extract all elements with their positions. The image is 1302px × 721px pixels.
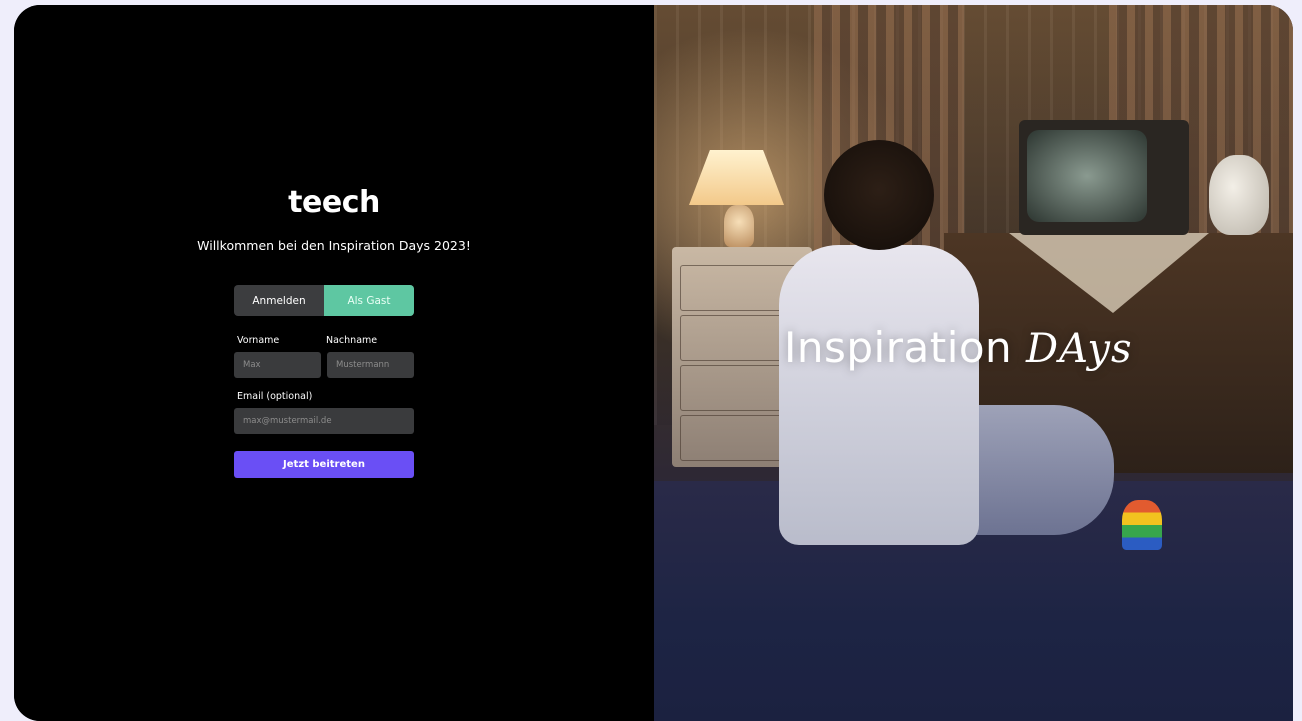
- last-name-input[interactable]: [327, 352, 414, 378]
- last-name-label: Nachname: [326, 335, 378, 346]
- mode-tabs: Anmelden Als Gast: [234, 285, 414, 316]
- tab-guest[interactable]: Als Gast: [324, 285, 414, 316]
- stacking-toy: [1122, 500, 1162, 550]
- child-head: [824, 140, 934, 250]
- child-body: [779, 245, 979, 545]
- first-name-input[interactable]: [234, 352, 321, 378]
- hero-image: Inspiration DAys: [654, 5, 1293, 721]
- hero-title-main: Inspiration: [784, 323, 1013, 372]
- lamp-base: [724, 205, 754, 247]
- first-name-label: Vorname: [237, 335, 280, 346]
- login-panel: teech Willkommen bei den Inspiration Day…: [14, 5, 654, 721]
- brand-logo: teech: [288, 185, 380, 220]
- join-button[interactable]: Jetzt beitreten: [234, 451, 414, 478]
- tab-login[interactable]: Anmelden: [234, 285, 324, 316]
- email-input[interactable]: [234, 408, 414, 434]
- vase: [1209, 155, 1269, 235]
- television: [1019, 120, 1189, 235]
- hero-title: Inspiration DAys: [784, 323, 1133, 372]
- tv-screen: [1027, 130, 1147, 222]
- hero-title-script: DAys: [1026, 326, 1133, 372]
- welcome-heading: Willkommen bei den Inspiration Days 2023…: [197, 238, 471, 253]
- app-frame: teech Willkommen bei den Inspiration Day…: [14, 5, 1293, 721]
- email-label: Email (optional): [237, 391, 313, 402]
